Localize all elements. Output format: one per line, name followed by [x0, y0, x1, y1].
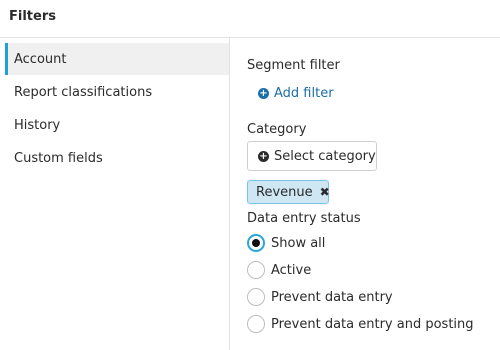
radio-label: Prevent data entry and posting	[271, 316, 474, 332]
add-filter-label: Add filter	[274, 85, 334, 101]
sidebar-item-custom-fields[interactable]: Custom fields	[5, 142, 229, 174]
sidebar-item-report-classifications[interactable]: Report classifications	[5, 76, 229, 108]
radio-button-checked[interactable]	[247, 234, 265, 252]
sidebar-item-account[interactable]: Account	[5, 43, 229, 75]
radio-button[interactable]	[247, 315, 265, 333]
radio-show-all[interactable]: Show all	[247, 232, 325, 254]
sidebar-item-label: Account	[14, 52, 67, 67]
select-category-button[interactable]: + Select category	[247, 141, 377, 171]
radio-prevent-data-entry[interactable]: Prevent data entry	[247, 286, 393, 308]
radio-label: Show all	[271, 235, 326, 251]
radio-prevent-data-entry-and-posting[interactable]: Prevent data entry and posting	[247, 313, 474, 335]
filter-sidebar: Account Report classifications History C…	[0, 38, 230, 350]
category-label: Category	[247, 122, 307, 137]
plus-circle-icon: +	[258, 87, 269, 99]
page-title: Filters	[9, 9, 56, 24]
radio-active[interactable]: Active	[247, 259, 311, 281]
radio-label: Active	[271, 262, 312, 278]
radio-label: Prevent data entry	[271, 289, 393, 305]
select-category-label: Select category	[274, 148, 376, 164]
sidebar-item-history[interactable]: History	[5, 109, 229, 141]
segment-filter-label: Segment filter	[247, 58, 340, 73]
plus-circle-icon: +	[258, 150, 269, 162]
close-icon[interactable]: ✖	[320, 185, 330, 199]
sidebar-item-label: Report classifications	[14, 85, 153, 100]
tag-label: Revenue	[256, 184, 313, 200]
filters-header: Filters	[0, 0, 500, 38]
sidebar-item-label: History	[14, 118, 61, 133]
radio-button[interactable]	[247, 261, 265, 279]
add-filter-link[interactable]: + Add filter	[258, 84, 334, 102]
data-entry-status-label: Data entry status	[247, 211, 361, 226]
radio-button[interactable]	[247, 288, 265, 306]
sidebar-item-label: Custom fields	[14, 151, 103, 166]
category-tag-revenue: Revenue ✖	[247, 180, 330, 204]
